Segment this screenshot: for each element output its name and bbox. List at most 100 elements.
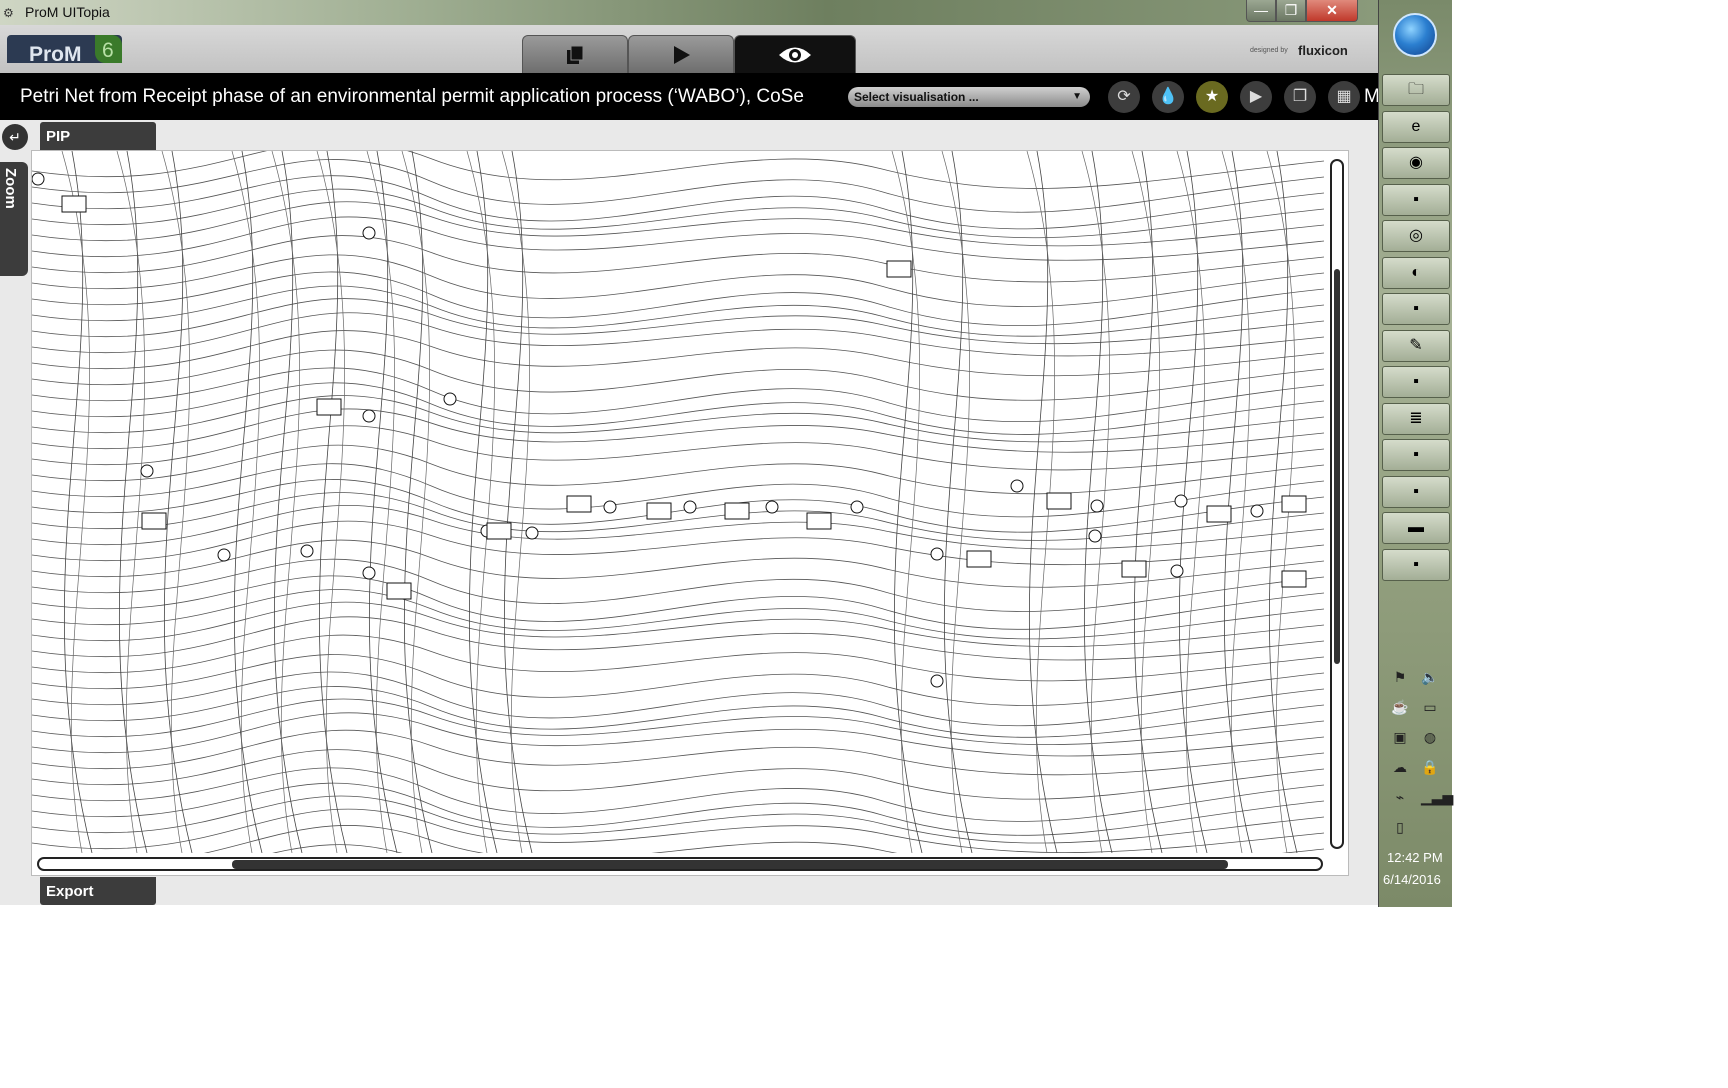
chrome-icon: ◎ [1409,227,1423,244]
network-globe-icon[interactable]: ◍ [1421,728,1439,746]
back-button[interactable]: ↵ [2,124,28,150]
drop-button[interactable]: 💧 [1152,81,1184,113]
taskbar-app-button[interactable]: 🗀 [1382,74,1450,106]
petri-place [32,172,45,186]
petri-transition [886,260,912,278]
petri-place [362,566,376,580]
petri-place [1170,564,1184,578]
petri-place [140,464,154,478]
taskbar-app-button[interactable]: ▪ [1382,366,1450,398]
signal-icon[interactable]: ▁▃▅ [1421,788,1453,806]
ie-icon: e [1411,117,1421,135]
flag-icon[interactable]: ⚑ [1391,668,1409,686]
clock-time[interactable]: 12:42 PM [1387,850,1443,865]
taskbar-app-button[interactable]: ▪ [1382,183,1450,216]
tab-workspace[interactable] [522,35,628,73]
arc [504,151,533,853]
title-bar: ⚙ ProM UITopia — ❐ ✕ [0,0,1378,25]
cloud-icon[interactable]: ☁ [1391,758,1409,776]
tab-actions[interactable] [628,35,734,73]
horizontal-scrollbar[interactable] [37,857,1323,871]
horizontal-scroll-thumb[interactable] [232,860,1228,869]
petri-transition [806,512,832,530]
view-title-tail: M [1364,86,1378,107]
taskbar-app-button[interactable]: ✎ [1382,329,1450,362]
speaker-icon[interactable]: 🔈 [1421,668,1439,686]
cmd-icon: ▬ [1408,519,1424,536]
maximize-button[interactable]: ❐ [1276,0,1306,22]
play-icon [674,45,690,64]
taskbar-app-button[interactable]: ≣ [1382,402,1450,435]
vertical-scrollbar[interactable] [1330,159,1344,849]
minimize-button[interactable]: — [1246,0,1276,22]
app-icon: ▪ [1413,446,1419,463]
petri-place [1088,529,1102,543]
arc [32,767,1324,822]
arc [1221,151,1250,853]
petri-transition [966,550,992,568]
logo-version: 6 [95,35,122,63]
arc [32,444,1324,495]
petri-place [1174,494,1188,508]
taskbar-app-button[interactable]: ▬ [1382,512,1450,544]
drop-icon: 💧 [1158,88,1178,105]
export-tab[interactable]: Export [40,877,156,905]
app-icon: ▪ [1413,373,1419,390]
prom-logo: ProM 6 [7,35,122,66]
start-button[interactable] [1393,13,1437,57]
taskbar-app-button[interactable]: ◎ [1382,220,1450,252]
arc [32,686,1324,738]
favorite-button[interactable]: ★ [1196,81,1228,113]
refresh-button[interactable]: ⟳ [1108,81,1140,113]
petri-net-canvas[interactable] [31,150,1349,876]
petri-place [1090,499,1104,513]
arc [469,151,498,853]
window-icon[interactable]: ▭ [1421,698,1439,716]
arc [32,671,1324,727]
taskbar-app-button[interactable]: ▪ [1382,439,1450,471]
app-header: ProM 6 designed by fluxicon [0,25,1378,73]
petri-transition [141,512,167,530]
arc [32,492,1324,541]
arc [501,151,530,853]
arc [894,151,923,853]
taskbar-app-button[interactable]: ◉ [1382,147,1450,179]
visualisation-select[interactable]: Select visualisation ... ▼ [848,87,1090,107]
java-icon[interactable]: ☕ [1391,698,1409,716]
close-button[interactable]: ✕ [1306,0,1358,22]
window-title: ProM UITopia [25,4,110,20]
arc [271,151,300,853]
petri-transition [724,502,750,520]
zoom-tab[interactable]: Zoom [0,162,28,276]
petri-place [765,500,779,514]
return-icon: ↵ [9,129,21,145]
battery-icon[interactable]: ▯ [1391,818,1409,836]
petri-place [683,500,697,514]
pip-tab[interactable]: PIP [40,122,156,150]
arc [32,749,1324,800]
tab-views[interactable] [734,35,856,73]
vertical-scroll-thumb[interactable] [1334,269,1340,664]
petri-place [362,409,376,423]
taskbar-app-button[interactable]: ▪ [1382,293,1450,325]
petri-place [1010,479,1024,493]
copy-button[interactable]: ❐ [1284,81,1316,113]
taskbar-app-button[interactable]: ▪ [1382,548,1450,581]
arc [32,589,1324,640]
clock-date[interactable]: 6/14/2016 [1383,872,1441,887]
arc [316,151,345,853]
arc [234,151,263,853]
grid-button[interactable]: ▦ [1328,81,1360,113]
taskbar-app-button[interactable]: e [1382,110,1450,143]
lock-icon[interactable]: 🔒 [1421,758,1439,776]
connection-icon[interactable]: ⌁ [1391,788,1409,806]
taskbar-app-button[interactable]: ▪ [1382,475,1450,508]
petri-net-graph[interactable] [32,151,1324,853]
arc [32,395,1324,443]
arc [32,175,1324,230]
taskbar-app-button[interactable]: ◐ [1382,256,1450,289]
play-button[interactable]: ▶ [1240,81,1272,113]
grid-icon: ▦ [1336,88,1352,105]
petri-place [443,392,457,406]
monitor-icon[interactable]: ▣ [1391,728,1409,746]
